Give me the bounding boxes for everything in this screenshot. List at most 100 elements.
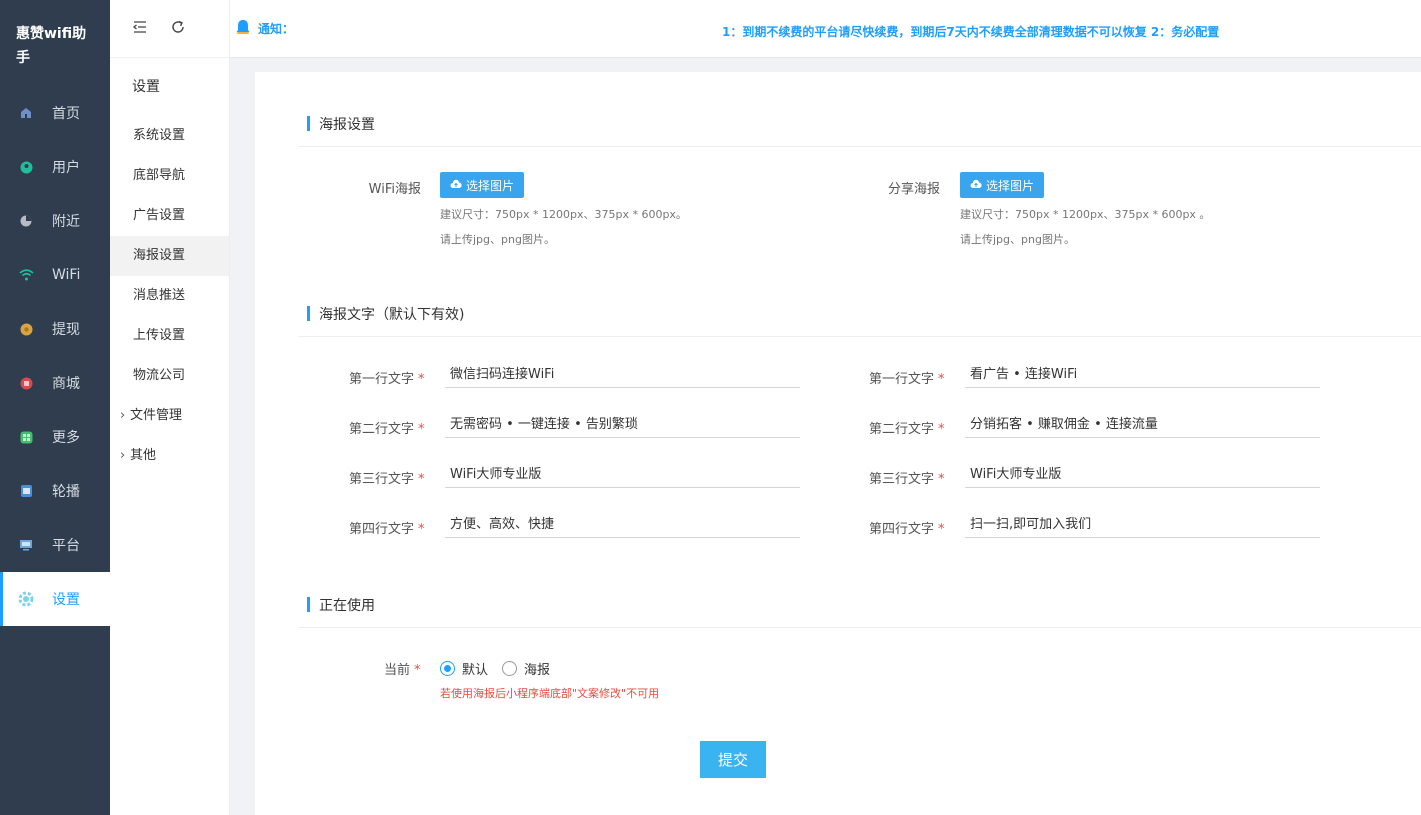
cloud-upload-icon	[970, 178, 982, 192]
left-line4-label: 第四行文字 *	[349, 518, 425, 537]
left-line1-label: 第一行文字 *	[349, 368, 425, 387]
wifi-icon	[18, 267, 34, 283]
right-line3-input[interactable]	[965, 458, 1320, 488]
submenu-group-files[interactable]: › 文件管理	[110, 396, 229, 436]
right-line2-label: 第二行文字 *	[869, 418, 945, 437]
field-label-text: 第四行文字	[869, 522, 935, 537]
shop-icon	[18, 375, 34, 391]
required-mark: *	[418, 472, 425, 487]
sidebar-item-home[interactable]: 首页	[0, 86, 110, 140]
field-label-text: 第三行文字	[869, 472, 935, 487]
field-label-text: 当前	[384, 663, 411, 678]
sidebar-item-settings[interactable]: 设置	[0, 572, 110, 626]
submenu-item-ads[interactable]: 广告设置	[110, 196, 229, 236]
field-label-text: 第一行文字	[869, 372, 935, 387]
wifi-poster-size-hint: 建议尺寸：750px * 1200px、375px * 600px。	[440, 208, 687, 221]
share-poster-label: 分享海报	[887, 182, 940, 197]
notice-label: 通知：	[234, 18, 294, 39]
share-poster-format-hint: 请上传jpg、png图片。	[960, 233, 1075, 246]
submenu-group-label: 文件管理	[130, 408, 183, 423]
submit-button[interactable]: 提交	[700, 741, 766, 778]
grid-icon	[18, 429, 34, 445]
radio-default-label[interactable]: 默认	[462, 659, 488, 678]
section-divider	[299, 146, 1421, 147]
sidebar-item-wifi[interactable]: WiFi	[0, 248, 110, 302]
sidebar-item-more[interactable]: 更多	[0, 410, 110, 464]
sidebar-item-carousel[interactable]: 轮播	[0, 464, 110, 518]
required-mark: *	[418, 372, 425, 387]
right-line2-input[interactable]	[965, 408, 1320, 438]
home-icon	[18, 105, 34, 121]
cloud-upload-icon	[450, 178, 462, 192]
poster-settings-panel: 海报设置 WiFi海报 选择图片 建议尺寸：750px * 1200px、375…	[255, 72, 1421, 815]
mode-radio-group: 默认 海报	[440, 659, 564, 678]
sidebar-item-shop[interactable]: 商城	[0, 356, 110, 410]
settings-submenu: 设置 系统设置 底部导航 广告设置 海报设置 消息推送 上传设置 物流公司 › 文…	[110, 0, 230, 815]
field-label-text: 第一行文字	[349, 372, 415, 387]
section-title-in-use: 正在使用	[307, 595, 375, 615]
submenu-group-label: 其他	[130, 448, 157, 463]
submenu-item-upload[interactable]: 上传设置	[110, 316, 229, 356]
sidebar-item-platform[interactable]: 平台	[0, 518, 110, 572]
share-poster-choose-button[interactable]: 选择图片	[960, 172, 1045, 198]
right-line3-label: 第三行文字 *	[869, 468, 945, 487]
right-line1-input[interactable]	[965, 358, 1320, 388]
section-title-poster-settings: 海报设置	[307, 114, 375, 134]
sidebar-item-label: 平台	[52, 538, 80, 554]
radio-poster[interactable]	[502, 661, 518, 676]
field-label-text: 第二行文字	[349, 422, 415, 437]
radio-default[interactable]	[440, 661, 455, 676]
required-mark: *	[414, 663, 421, 678]
sidebar-item-users[interactable]: 用户	[0, 140, 110, 194]
radio-poster-label[interactable]: 海报	[524, 659, 550, 678]
bell-icon	[234, 18, 252, 39]
submenu-item-logistics[interactable]: 物流公司	[110, 356, 229, 396]
submenu-group-other[interactable]: › 其他	[110, 436, 229, 476]
chevron-right-icon: ›	[120, 408, 126, 423]
share-poster-size-hint: 建议尺寸：750px * 1200px、375px * 600px 。	[960, 208, 1211, 221]
submenu-item-bottom-nav[interactable]: 底部导航	[110, 156, 229, 196]
right-line4-input[interactable]	[965, 508, 1320, 538]
required-mark: *	[418, 422, 425, 437]
required-mark: *	[938, 522, 945, 537]
left-line2-label: 第二行文字 *	[349, 418, 425, 437]
submenu-item-poster[interactable]: 海报设置	[110, 236, 229, 276]
submenu-item-system[interactable]: 系统设置	[110, 116, 229, 156]
field-label-text: 第四行文字	[349, 522, 415, 537]
field-label-text: 第三行文字	[349, 472, 415, 487]
current-mode-label: 当前 *	[384, 659, 421, 678]
sidebar-item-label: 附近	[52, 214, 80, 230]
left-line1-input[interactable]	[445, 358, 800, 388]
refresh-icon[interactable]	[170, 19, 186, 39]
collapse-menu-icon[interactable]	[132, 19, 148, 38]
submenu-item-push[interactable]: 消息推送	[110, 276, 229, 316]
required-mark: *	[938, 472, 945, 487]
chevron-right-icon: ›	[120, 448, 126, 463]
left-line3-input[interactable]	[445, 458, 800, 488]
sidebar-item-label: 轮播	[52, 484, 80, 500]
choose-image-label: 选择图片	[466, 178, 515, 193]
sidebar-item-label: 设置	[52, 592, 80, 608]
carousel-icon	[18, 483, 34, 499]
user-icon	[18, 159, 34, 175]
notice-marquee: 1：到期不续费的平台请尽快续费，到期后7天内不续费全部清理数据不可以恢复 2：务…	[722, 25, 1220, 39]
monitor-icon	[18, 537, 34, 553]
wifi-poster-choose-button[interactable]: 选择图片	[440, 172, 525, 198]
sidebar-item-nearby[interactable]: 附近	[0, 194, 110, 248]
sidebar-item-label: 提现	[52, 322, 80, 338]
choose-image-label: 选择图片	[986, 178, 1035, 193]
sidebar-item-label: 商城	[52, 376, 80, 392]
app-root: 惠赞wifi助手 首页 用户 附近 WiFi 提现 商城 更多 轮播 平台 设置…	[0, 0, 1421, 815]
notice-label-text: 通知：	[258, 22, 295, 36]
required-mark: *	[938, 372, 945, 387]
coin-icon	[18, 321, 34, 337]
required-mark: *	[938, 422, 945, 437]
section-divider	[299, 627, 1421, 628]
left-line4-input[interactable]	[445, 508, 800, 538]
wifi-poster-label: WiFi海报	[368, 182, 421, 197]
left-line2-input[interactable]	[445, 408, 800, 438]
submenu-toolbar	[110, 0, 229, 58]
sidebar-item-withdraw[interactable]: 提现	[0, 302, 110, 356]
section-divider	[299, 336, 1421, 337]
gear-icon	[18, 591, 34, 607]
